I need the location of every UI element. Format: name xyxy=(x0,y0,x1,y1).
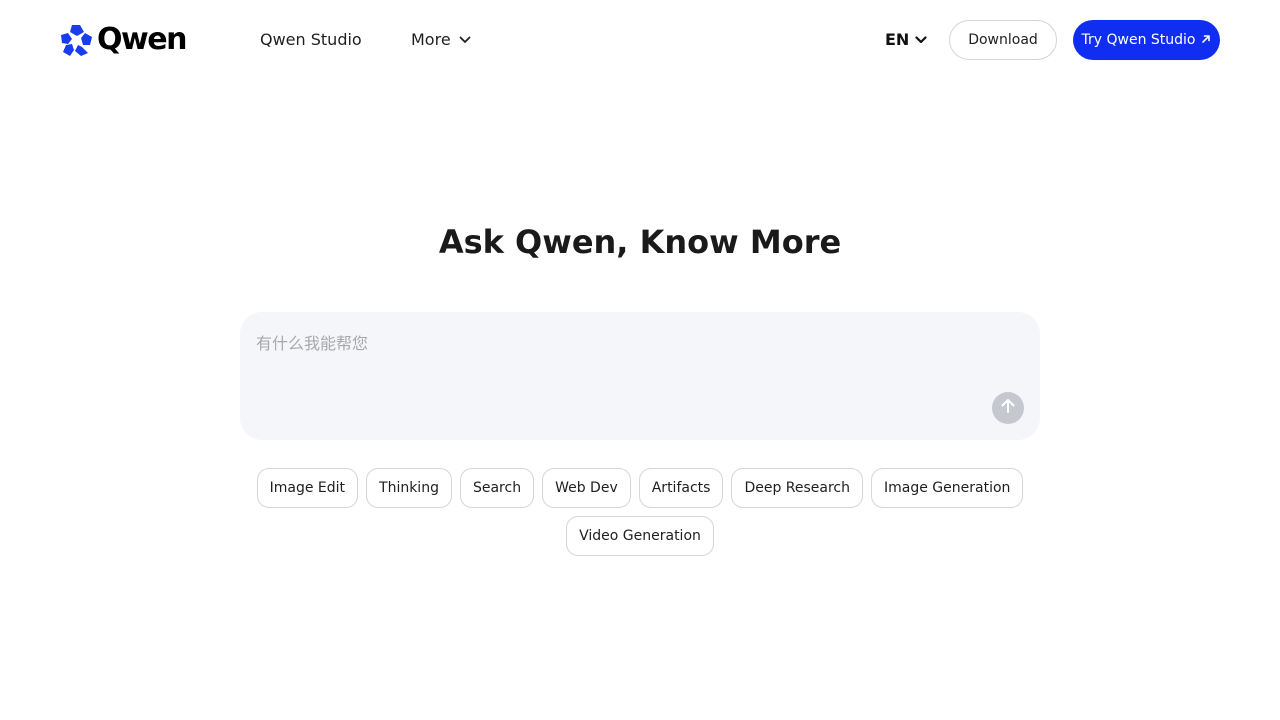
feature-chips: Image Edit Thinking Search Web Dev Artif… xyxy=(240,468,1040,556)
chip-artifacts[interactable]: Artifacts xyxy=(638,468,724,508)
hero-title: Ask Qwen, Know More xyxy=(438,223,842,261)
nav-qwen-studio[interactable]: Qwen Studio xyxy=(260,29,362,51)
chevron-down-icon xyxy=(915,36,927,44)
site-header: Qwen Qwen Studio More EN Download Try Qw… xyxy=(0,0,1280,80)
download-button-label: Download xyxy=(968,32,1038,48)
chevron-down-icon xyxy=(459,36,471,44)
qwen-star-logo-icon xyxy=(60,23,94,57)
chip-image-edit[interactable]: Image Edit xyxy=(256,468,359,508)
page: Qwen Qwen Studio More EN Download Try Qw… xyxy=(0,0,1280,720)
qwen-logo[interactable]: Qwen xyxy=(60,22,187,58)
send-button[interactable] xyxy=(992,392,1024,424)
arrow-up-right-icon xyxy=(1201,32,1211,48)
chat-input-box xyxy=(240,312,1040,440)
chip-web-dev[interactable]: Web Dev xyxy=(542,468,631,508)
chat-input[interactable] xyxy=(256,330,976,420)
download-button[interactable]: Download xyxy=(949,20,1057,60)
chip-image-generation[interactable]: Image Generation xyxy=(871,468,1024,508)
try-qwen-studio-label: Try Qwen Studio xyxy=(1081,32,1196,48)
nav-qwen-studio-label: Qwen Studio xyxy=(260,30,362,49)
chip-deep-research[interactable]: Deep Research xyxy=(731,468,863,508)
arrow-up-icon xyxy=(999,397,1017,419)
chip-video-generation[interactable]: Video Generation xyxy=(566,516,714,556)
nav-more-label: More xyxy=(411,30,451,49)
logo-text: Qwen xyxy=(97,22,187,57)
nav-more-dropdown[interactable]: More xyxy=(411,29,471,51)
chip-thinking[interactable]: Thinking xyxy=(366,468,452,508)
chip-search[interactable]: Search xyxy=(459,468,535,508)
language-label: EN xyxy=(885,30,910,49)
language-selector[interactable]: EN xyxy=(885,29,927,51)
try-qwen-studio-button[interactable]: Try Qwen Studio xyxy=(1073,20,1220,60)
